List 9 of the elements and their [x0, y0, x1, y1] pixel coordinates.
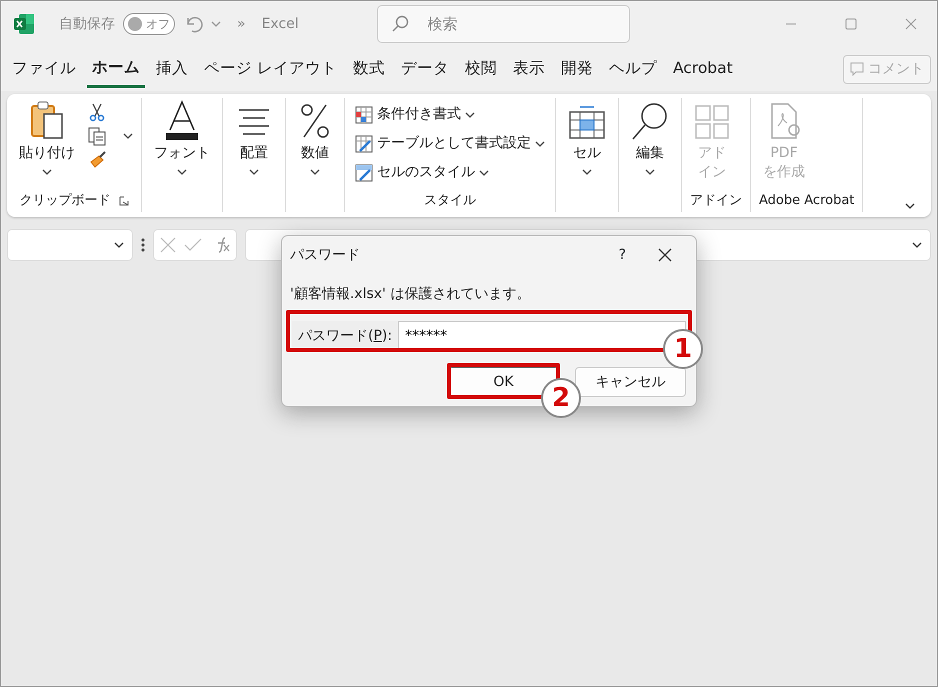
autosave-label: 自動保存 — [59, 14, 115, 34]
dialog-message: '顧客情報.xlsx' は保護されています。 — [289, 285, 532, 304]
group-label: スタイル — [424, 192, 476, 210]
app-name: Excel — [262, 14, 299, 34]
dialog-title: パスワード — [290, 246, 360, 264]
group-label: Adobe Acrobat — [759, 192, 854, 210]
field-label: パスワード(P): — [292, 321, 398, 351]
group-label: アドイン — [690, 192, 742, 210]
group-label: クリップボード — [20, 192, 110, 210]
